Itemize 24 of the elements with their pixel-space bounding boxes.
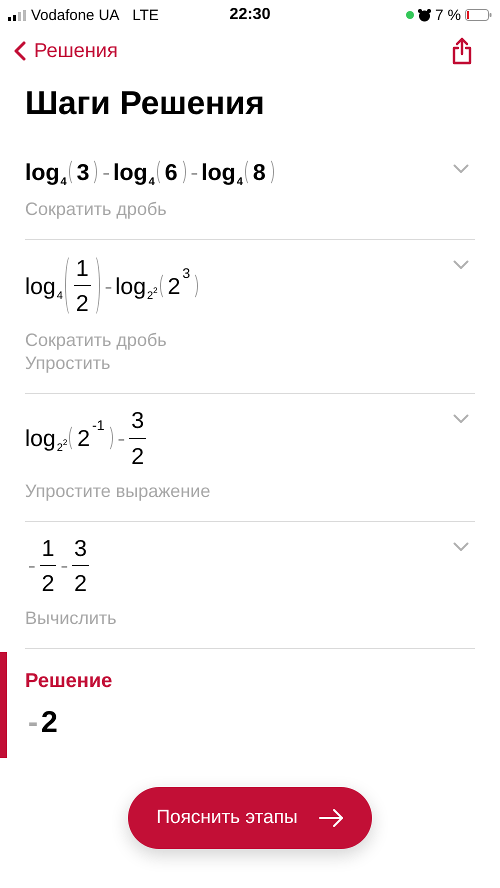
back-button[interactable]: Решения — [14, 40, 118, 62]
battery-icon — [465, 9, 492, 21]
chevron-down-icon[interactable] — [453, 542, 469, 552]
page-title: Шаги Решения — [25, 84, 265, 122]
status-dot-icon — [406, 11, 414, 19]
battery-percent: 7 % — [435, 6, 462, 24]
chevron-down-icon[interactable] — [453, 260, 469, 270]
signal-icon — [8, 10, 26, 20]
carrier-name: Vodafone UA — [31, 6, 120, 24]
answer-value: -2 — [27, 706, 58, 738]
solution-label: Решение — [25, 670, 112, 693]
step-description: Сократить дробь — [25, 329, 167, 352]
chevron-down-icon[interactable] — [453, 414, 469, 424]
share-icon[interactable] — [452, 37, 472, 65]
clock-time: 22:30 — [230, 6, 270, 23]
network-type: LTE — [132, 6, 159, 24]
step-description: Упростить — [25, 352, 110, 376]
chevron-left-icon — [14, 41, 26, 61]
step-description: Вычислить — [25, 606, 117, 630]
chevron-down-icon[interactable] — [453, 164, 469, 174]
explain-steps-button[interactable]: Пояснить этапы — [128, 787, 372, 849]
step-description: Сократить дробь — [25, 198, 167, 222]
arrow-right-icon — [318, 808, 344, 828]
step-description: Упростите выражение — [25, 480, 210, 503]
